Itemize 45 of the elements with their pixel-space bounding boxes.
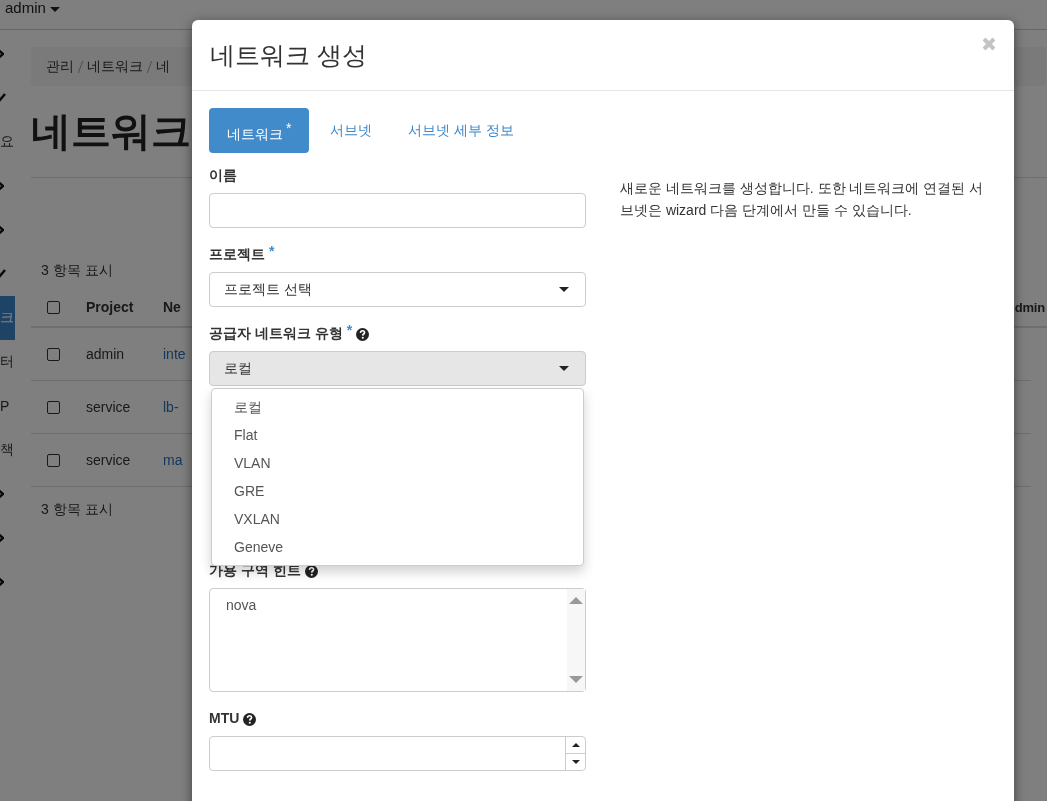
sidebar-item[interactable]: 터	[0, 340, 15, 384]
dropdown-option[interactable]: Geneve	[212, 533, 583, 561]
scrollbar[interactable]	[567, 589, 585, 691]
dropdown-option[interactable]: 로컬	[212, 393, 583, 421]
field-label: 프로젝트	[209, 246, 265, 264]
list-box[interactable]: nova	[209, 588, 586, 692]
item-count: 3 항목 표시	[40, 262, 114, 280]
checkbox[interactable]	[47, 347, 60, 361]
column-header[interactable]: dmin	[1014, 299, 1045, 315]
dropdown-option[interactable]: Flat	[212, 421, 583, 449]
select-field[interactable]: 로컬	[209, 351, 586, 386]
dropdown-option[interactable]: VLAN	[212, 449, 583, 477]
help-icon[interactable]	[304, 564, 318, 578]
sidebar-item[interactable]: 책	[0, 428, 15, 472]
number-field[interactable]	[209, 736, 586, 771]
sidebar-item[interactable]: P	[0, 384, 15, 428]
required-mark: *	[346, 325, 353, 335]
checkbox[interactable]	[47, 300, 60, 314]
table-cell-text: service	[86, 399, 132, 415]
item-count: 3 항목 표시	[41, 501, 113, 519]
checkbox[interactable]	[47, 400, 60, 414]
sidebar-item[interactable]: 크	[0, 296, 15, 340]
dropdown-option[interactable]: VXLAN	[212, 505, 583, 533]
description-text: 새로운 네트워크를 생성합니다. 또한 네트워크에 연결된 서브넷은 wizard 다음 단계에서 만들 수 있습니다.	[620, 179, 985, 220]
help-icon[interactable]	[356, 327, 370, 341]
wizard-tab[interactable]: 서브넷	[315, 108, 388, 153]
modal-title: 네트워크 생성	[210, 39, 367, 71]
list-option[interactable]: nova	[226, 597, 551, 613]
dropdown-option[interactable]: GRE	[212, 477, 583, 505]
field-label: 공급자 네트워크 유형	[209, 325, 343, 343]
breadcrumb-link[interactable]: 네	[156, 57, 170, 76]
field-label: MTU	[209, 710, 240, 726]
breadcrumb-link[interactable]: 관리	[46, 57, 74, 76]
table-cell-text: service	[86, 452, 132, 468]
table-cell-text: admin	[86, 346, 126, 362]
sidebar-item[interactable]: 요	[0, 120, 15, 164]
breadcrumb-link[interactable]: 네트워크	[87, 57, 143, 76]
wizard-tab[interactable]: 서브넷 세부 정보	[393, 108, 530, 153]
required-mark: *	[269, 246, 275, 256]
column-header[interactable]: Project	[86, 299, 163, 315]
name-field[interactable]	[209, 193, 586, 228]
help-icon[interactable]	[243, 712, 257, 726]
checkbox[interactable]	[47, 453, 60, 467]
user-menu[interactable]: admin	[0, 1, 61, 15]
select-field[interactable]: 프로젝트 선택	[209, 272, 586, 307]
